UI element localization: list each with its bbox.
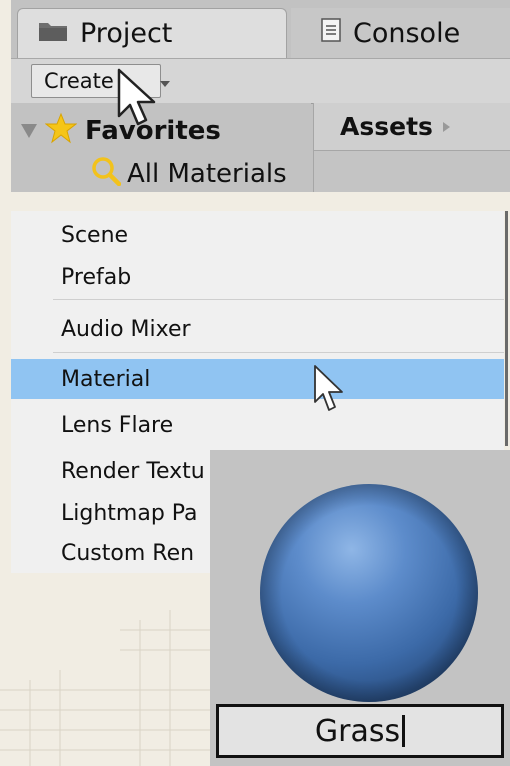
menu-item-label: Scene [61, 222, 129, 248]
create-button-label: Create [44, 69, 114, 93]
menu-item-label: Lens Flare [61, 412, 174, 438]
breadcrumb-arrow-icon [442, 121, 450, 132]
tab-console-label: Console [353, 17, 461, 49]
background-grid [0, 610, 240, 766]
favorites-header[interactable]: Favorites [21, 112, 221, 147]
menu-item-scene[interactable]: Scene [11, 215, 504, 255]
text-caret [402, 715, 406, 747]
assets-column: Assets [313, 103, 510, 192]
menu-item-prefab[interactable]: Prefab [11, 257, 504, 297]
menu-item-label: Prefab [61, 264, 132, 290]
menu-item-audio-mixer[interactable]: Audio Mixer [11, 309, 504, 349]
project-toolbar: Create [11, 58, 510, 104]
assets-breadcrumb[interactable]: Assets [314, 103, 510, 151]
menu-separator [53, 352, 504, 353]
menu-item-label: Render Textu [61, 458, 205, 484]
menu-item-label: Lightmap Pa [61, 500, 198, 526]
menu-item-lens-flare[interactable]: Lens Flare [11, 405, 504, 445]
menu-border [505, 211, 508, 446]
tab-project-label: Project [80, 18, 173, 49]
favorites-label: Favorites [85, 116, 221, 146]
menu-item-label: Audio Mixer [61, 316, 191, 342]
favorites-item-all-materials[interactable]: All Materials [91, 156, 287, 193]
tab-project[interactable]: Project [17, 8, 287, 58]
folder-icon [38, 18, 68, 49]
menu-item-material[interactable]: Material [11, 359, 504, 399]
menu-separator [53, 299, 504, 300]
material-sphere [260, 484, 478, 702]
asset-name-value: Grass [314, 713, 401, 749]
asset-name-input[interactable]: Grass [216, 704, 504, 758]
favorites-tree: Favorites All Materials [11, 103, 311, 192]
menu-item-label: Material [61, 366, 151, 392]
console-icon [321, 17, 341, 49]
menu-item-label: Custom Ren [61, 540, 195, 566]
project-panel: Project Console Create Favorites All Mat… [11, 0, 510, 192]
tab-console[interactable]: Console [291, 8, 510, 58]
material-preview: Grass [210, 450, 510, 766]
assets-label: Assets [340, 112, 433, 141]
search-icon [91, 156, 122, 193]
dropdown-arrow-icon [160, 81, 170, 87]
favorites-item-label: All Materials [127, 159, 287, 189]
star-icon [44, 112, 78, 151]
create-button[interactable]: Create [31, 64, 170, 98]
expand-triangle-icon[interactable] [21, 124, 37, 138]
